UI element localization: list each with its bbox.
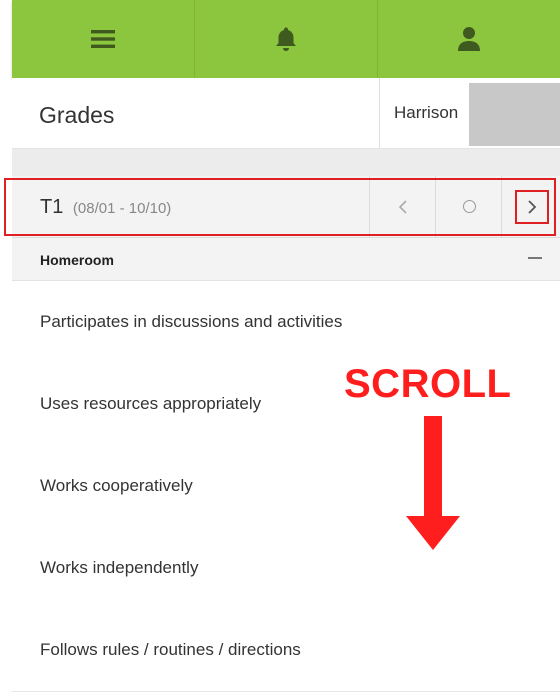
scroll-annotation: SCROLL — [344, 362, 512, 406]
term-label: T1 (08/01 - 10/10) — [40, 196, 171, 219]
section-title: Homeroom — [40, 252, 114, 268]
student-photo — [469, 83, 560, 146]
term-name: T1 — [40, 196, 64, 218]
spacer-band — [12, 149, 560, 176]
list-item[interactable]: Works independently — [12, 527, 560, 610]
student-selector[interactable]: Harrison — [379, 78, 560, 148]
term-dates: (08/01 - 10/10) — [72, 200, 172, 217]
list-item[interactable]: Follows rules / routines / directions — [12, 609, 560, 692]
circle-icon — [462, 200, 476, 213]
list-item-label: Follows rules / routines / directions — [40, 640, 301, 659]
list-item-label: Works independently — [40, 558, 199, 577]
menu-button[interactable] — [12, 0, 195, 78]
app-frame: Grades Harrison T1 (08/01 - 10/10) Homer… — [12, 0, 560, 698]
chevron-right-icon — [527, 199, 536, 214]
term-selector-row: T1 (08/01 - 10/10) — [12, 176, 560, 238]
student-name: Harrison — [394, 103, 459, 122]
chevron-left-icon — [398, 199, 407, 214]
collapse-icon[interactable] — [528, 257, 542, 259]
list-item[interactable]: Participates in discussions and activiti… — [12, 281, 560, 364]
previous-term-button[interactable] — [369, 176, 436, 237]
notifications-button[interactable] — [195, 0, 378, 78]
top-nav-bar — [12, 0, 560, 78]
next-term-highlight — [514, 189, 549, 224]
current-term-button[interactable] — [435, 176, 502, 237]
menu-icon — [91, 30, 115, 48]
list-item-label: Works cooperatively — [40, 476, 193, 495]
section-header-homeroom[interactable]: Homeroom — [12, 238, 560, 281]
list-item-label: Participates in discussions and activiti… — [40, 312, 343, 331]
list-item[interactable]: Works cooperatively — [12, 445, 560, 528]
page-title: Grades — [39, 102, 115, 128]
bell-icon — [276, 27, 296, 51]
next-term-button[interactable] — [501, 176, 560, 237]
profile-button[interactable] — [378, 0, 560, 78]
list-item-label: Uses resources appropriately — [40, 394, 262, 413]
user-icon — [458, 27, 480, 51]
page-header: Grades Harrison — [12, 78, 560, 149]
arrow-down-icon — [406, 416, 460, 550]
